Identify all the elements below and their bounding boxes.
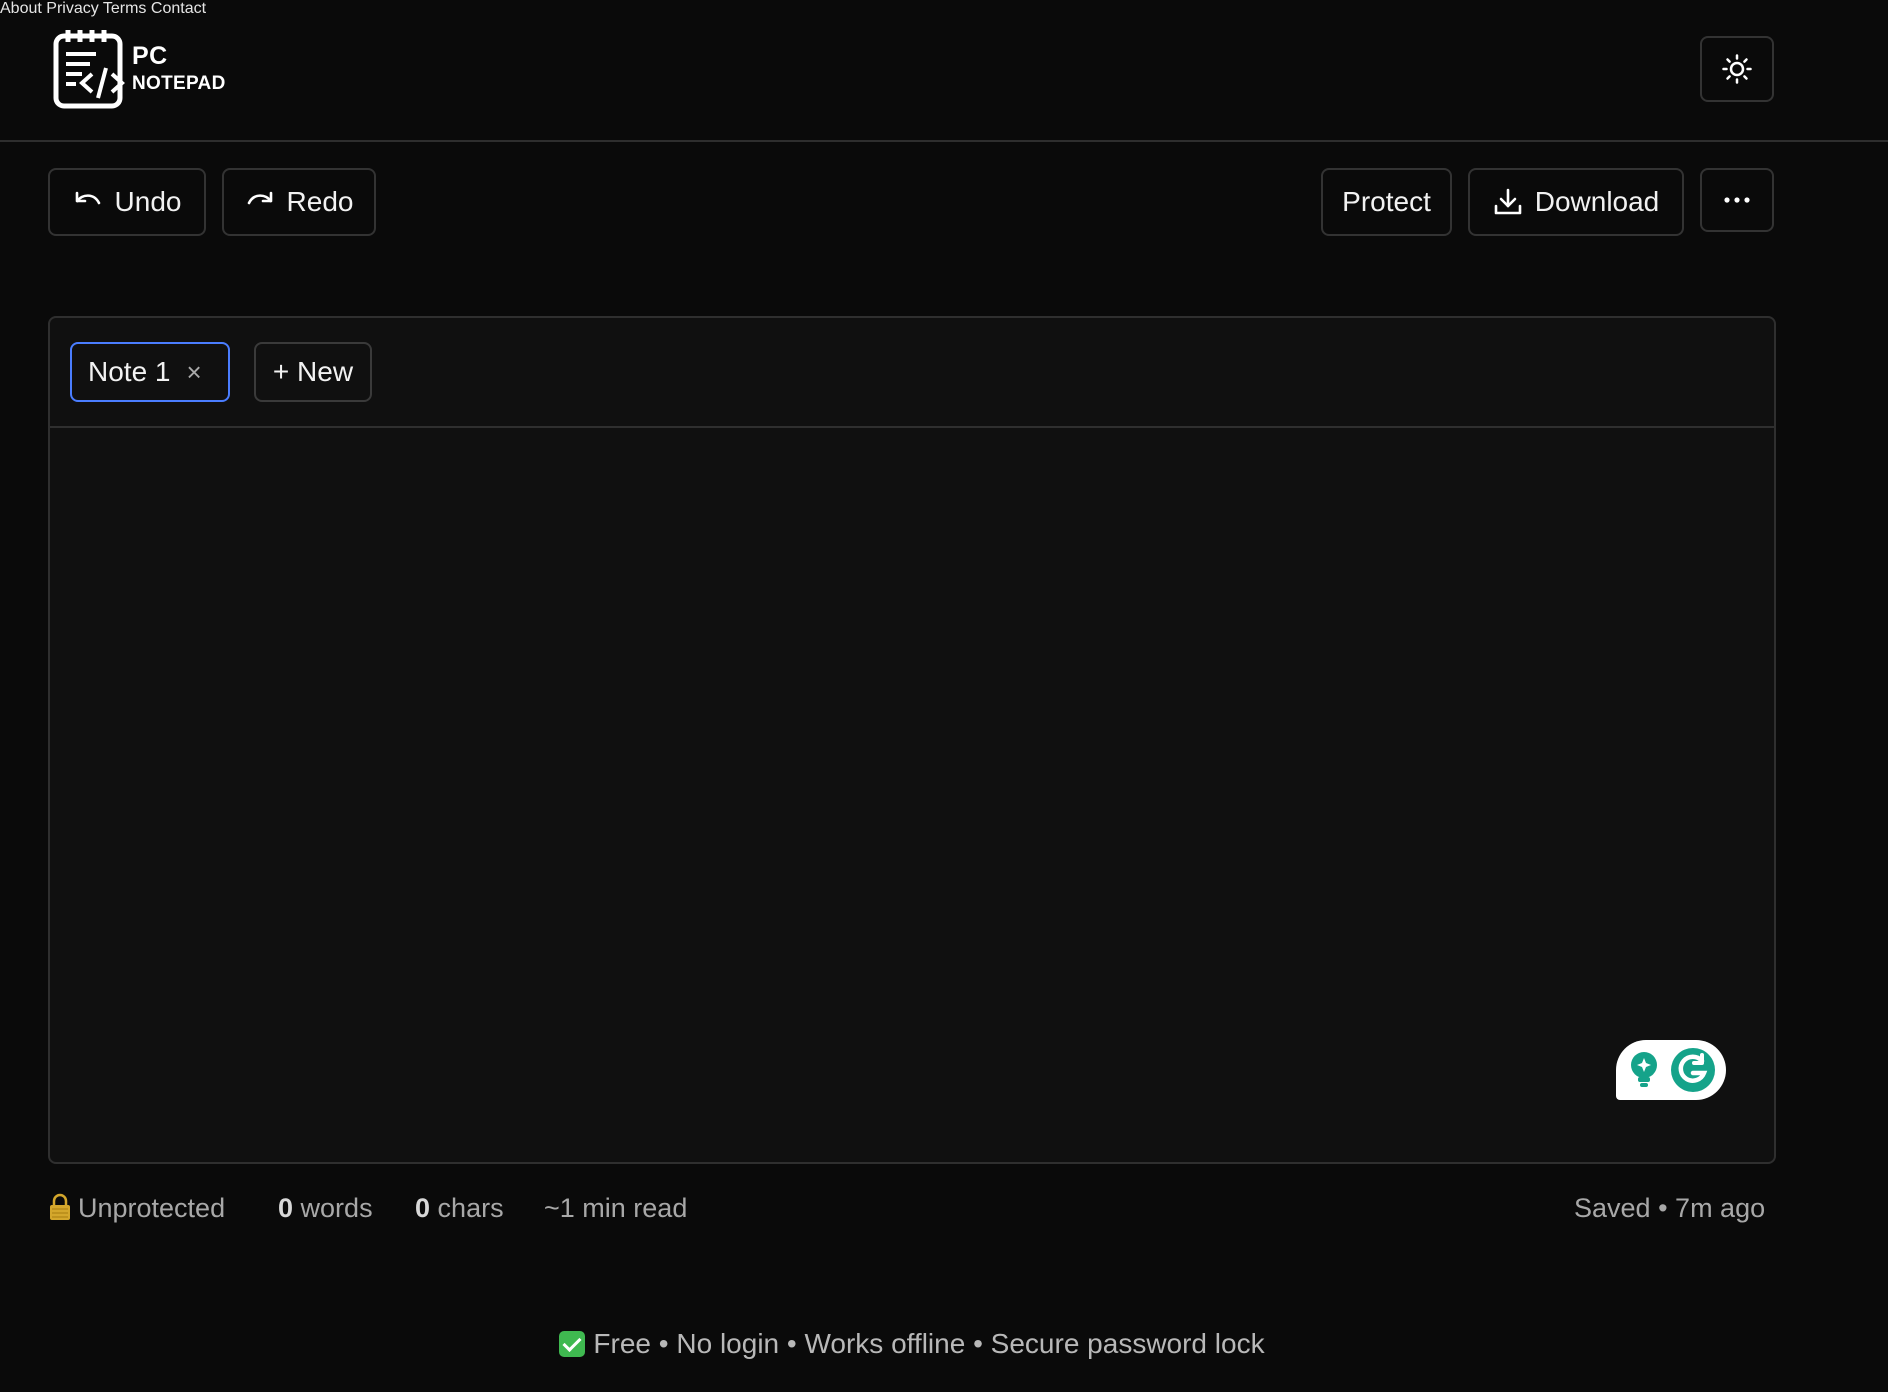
- new-tab-label: + New: [272, 356, 354, 387]
- download-icon: [1494, 188, 1522, 215]
- notepad-app: PC NOTEPAD About Privacy Terms Contact U…: [0, 0, 1888, 1392]
- tab-label: Note 1: [88, 356, 171, 387]
- feature-password-lock: Secure password lock: [990, 1328, 1265, 1359]
- logo-subtitle: NOTEPAD: [132, 72, 226, 94]
- note-editor[interactable]: [50, 428, 1774, 1162]
- char-count: 0 chars: [415, 1188, 504, 1228]
- download-button[interactable]: Download: [1468, 168, 1684, 236]
- lightbulb-icon: [1630, 1052, 1657, 1087]
- redo-button[interactable]: Redo: [222, 168, 376, 236]
- feature-offline: Works offline: [804, 1328, 966, 1359]
- notepad-code-icon: [53, 30, 125, 109]
- header: PC NOTEPAD About Privacy Terms Contact: [0, 0, 1888, 142]
- check-mark-icon: [559, 1331, 586, 1357]
- editor-card: Note 1 × + New: [48, 316, 1776, 1164]
- lock-status: Unprotected: [48, 1188, 225, 1228]
- undo-icon: [75, 191, 100, 205]
- word-count: 0 words: [278, 1188, 373, 1228]
- close-tab-icon[interactable]: ×: [187, 357, 202, 388]
- undo-label: Undo: [114, 186, 182, 217]
- saved-label: Saved: [1574, 1193, 1651, 1223]
- grammarly-icon: [1670, 1048, 1715, 1092]
- tabs-bar: Note 1 × + New: [50, 318, 1774, 428]
- nav-contact[interactable]: Contact: [151, 0, 206, 17]
- word-count-value: 0: [278, 1193, 294, 1223]
- saved-time: 7m ago: [1675, 1193, 1766, 1223]
- read-time: ~1 min read: [544, 1193, 688, 1223]
- lock-icon: [50, 1193, 70, 1220]
- nav-about[interactable]: About: [0, 0, 42, 17]
- save-status: Saved • 7m ago: [1574, 1188, 1765, 1228]
- protect-button[interactable]: Protect: [1321, 168, 1452, 236]
- download-label: Download: [1534, 186, 1660, 217]
- nav-privacy[interactable]: Privacy: [46, 0, 98, 17]
- char-count-value: 0: [415, 1193, 431, 1223]
- undo-button[interactable]: Undo: [48, 168, 206, 236]
- more-button[interactable]: [1700, 168, 1774, 232]
- redo-label: Redo: [286, 186, 354, 217]
- grammarly-widget[interactable]: [1616, 1040, 1726, 1100]
- feature-free: Free: [593, 1328, 651, 1359]
- feature-no-login: No login: [676, 1328, 780, 1359]
- char-count-label: chars: [437, 1193, 504, 1223]
- nav-terms[interactable]: Terms: [103, 0, 147, 17]
- sun-icon: [1722, 54, 1752, 84]
- tab-note-1[interactable]: Note 1 ×: [70, 342, 230, 402]
- redo-icon: [247, 191, 272, 205]
- theme-toggle-button[interactable]: [1700, 36, 1774, 102]
- separator-dot: •: [1658, 1193, 1676, 1223]
- logo[interactable]: PC NOTEPAD: [52, 26, 226, 110]
- logo-title: PC: [132, 41, 168, 70]
- word-count-label: words: [300, 1193, 373, 1223]
- new-tab-button[interactable]: + New: [254, 342, 372, 402]
- more-icon: [1724, 197, 1750, 203]
- feature-footer: Free • No login • Works offline • Secure…: [0, 1324, 1824, 1364]
- lock-state-text: Unprotected: [78, 1193, 226, 1223]
- protect-label: Protect: [1342, 186, 1431, 217]
